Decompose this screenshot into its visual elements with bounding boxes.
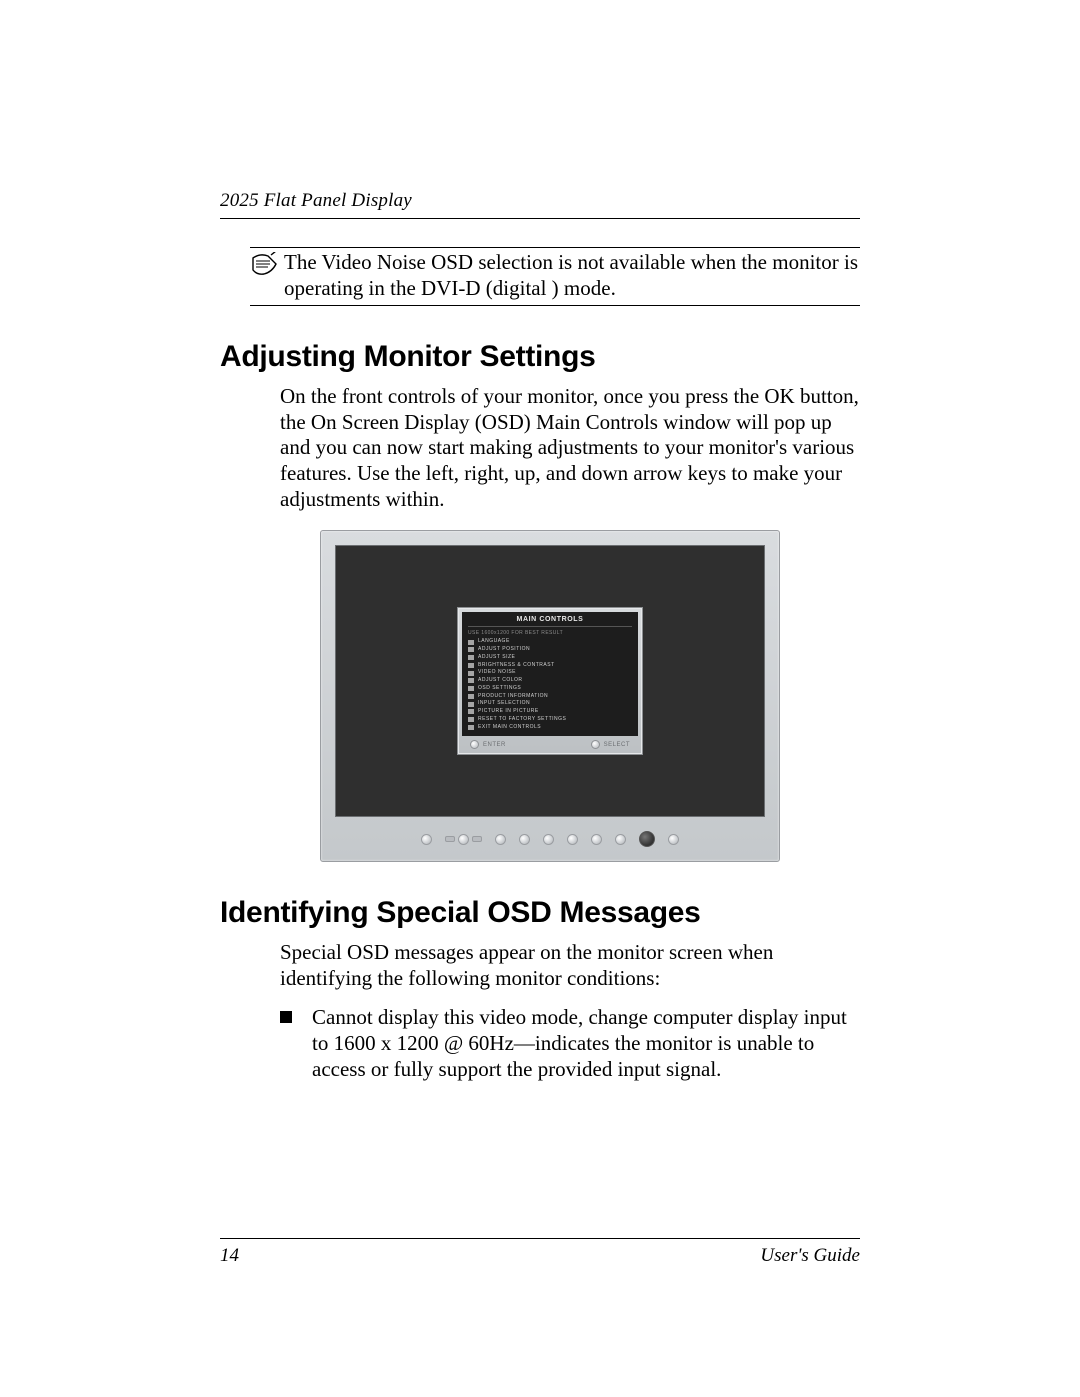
page-number: 14 (220, 1245, 239, 1267)
menu-icon (468, 671, 474, 676)
osd-item-label: VIDEO NOISE (478, 669, 516, 677)
osd-item: EXIT MAIN CONTROLS (468, 724, 632, 732)
front-button (421, 834, 432, 845)
osd-item: RESET TO FACTORY SETTINGS (468, 716, 632, 724)
menu-icon (468, 640, 474, 645)
note-text: The Video Noise OSD selection is not ava… (284, 250, 860, 301)
osd-item: ADJUST SIZE (468, 654, 632, 662)
osd-item-label: RESET TO FACTORY SETTINGS (478, 716, 566, 724)
doc-title: User's Guide (760, 1245, 860, 1267)
osd-item-label: ADJUST COLOR (478, 677, 523, 685)
osd-item-label: OSD SETTINGS (478, 685, 521, 693)
osd-item: ADJUST POSITION (468, 646, 632, 654)
osd-item-label: LANGUAGE (478, 638, 510, 646)
menu-icon (468, 725, 474, 730)
menu-icon (468, 655, 474, 660)
osd-item-label: PRODUCT INFORMATION (478, 693, 548, 701)
front-button (567, 834, 578, 845)
page-footer: 14 User's Guide (220, 1238, 860, 1267)
osd-hint: USE 1600x1200 FOR BEST RESULT (468, 630, 632, 636)
osd-item: VIDEO NOISE (468, 669, 632, 677)
osd-footer-left: ENTER (483, 742, 506, 748)
osd-item-label: BRIGHTNESS & CONTRAST (478, 662, 555, 670)
paragraph-adjusting: On the front controls of your monitor, o… (280, 384, 860, 512)
front-button (445, 836, 455, 842)
menu-icon (468, 702, 474, 707)
osd-item: PRODUCT INFORMATION (468, 693, 632, 701)
menu-icon (468, 694, 474, 699)
osd-item-label: EXIT MAIN CONTROLS (478, 724, 541, 732)
monitor-front-buttons (335, 817, 765, 855)
osd-item-label: INPUT SELECTION (478, 700, 530, 708)
enter-icon (470, 740, 479, 749)
front-button (495, 834, 506, 845)
menu-icon (468, 663, 474, 668)
front-button (458, 834, 469, 845)
paragraph-identifying: Special OSD messages appear on the monit… (280, 940, 860, 991)
menu-icon (468, 717, 474, 722)
front-button (519, 834, 530, 845)
osd-item: ADJUST COLOR (468, 677, 632, 685)
menu-icon (468, 678, 474, 683)
osd-panel: MAIN CONTROLS USE 1600x1200 FOR BEST RES… (457, 607, 643, 755)
osd-item-label: ADJUST POSITION (478, 646, 530, 654)
front-button (668, 834, 679, 845)
menu-icon (468, 686, 474, 691)
select-icon (591, 740, 600, 749)
front-button-group (445, 834, 482, 845)
heading-adjusting: Adjusting Monitor Settings (220, 340, 860, 374)
power-button (639, 831, 655, 847)
heading-identifying: Identifying Special OSD Messages (220, 896, 860, 930)
osd-footer: ENTER SELECT (462, 736, 638, 751)
osd-item: PICTURE IN PICTURE (468, 708, 632, 716)
note-block: The Video Noise OSD selection is not ava… (250, 247, 860, 306)
osd-item: LANGUAGE (468, 638, 632, 646)
footer-rule (220, 1238, 860, 1239)
front-button (472, 836, 482, 842)
osd-title: MAIN CONTROLS (468, 616, 632, 627)
menu-icon (468, 647, 474, 652)
bulleted-list: Cannot display this video mode, change c… (280, 1005, 860, 1082)
menu-icon (468, 709, 474, 714)
front-button (615, 834, 626, 845)
list-item: Cannot display this video mode, change c… (280, 1005, 860, 1082)
running-header: 2025 Flat Panel Display (220, 190, 860, 212)
osd-footer-right: SELECT (604, 742, 630, 748)
osd-item: OSD SETTINGS (468, 685, 632, 693)
note-icon (250, 252, 284, 283)
monitor-screen: MAIN CONTROLS USE 1600x1200 FOR BEST RES… (335, 545, 765, 817)
note-bottom-rule (250, 305, 860, 306)
osd-item-label: ADJUST SIZE (478, 654, 515, 662)
front-button (591, 834, 602, 845)
monitor-bezel: MAIN CONTROLS USE 1600x1200 FOR BEST RES… (320, 530, 780, 862)
osd-item-label: PICTURE IN PICTURE (478, 708, 539, 716)
osd-item: BRIGHTNESS & CONTRAST (468, 662, 632, 670)
header-rule (220, 218, 860, 219)
osd-item: INPUT SELECTION (468, 700, 632, 708)
front-button (543, 834, 554, 845)
figure-monitor: MAIN CONTROLS USE 1600x1200 FOR BEST RES… (320, 530, 860, 862)
